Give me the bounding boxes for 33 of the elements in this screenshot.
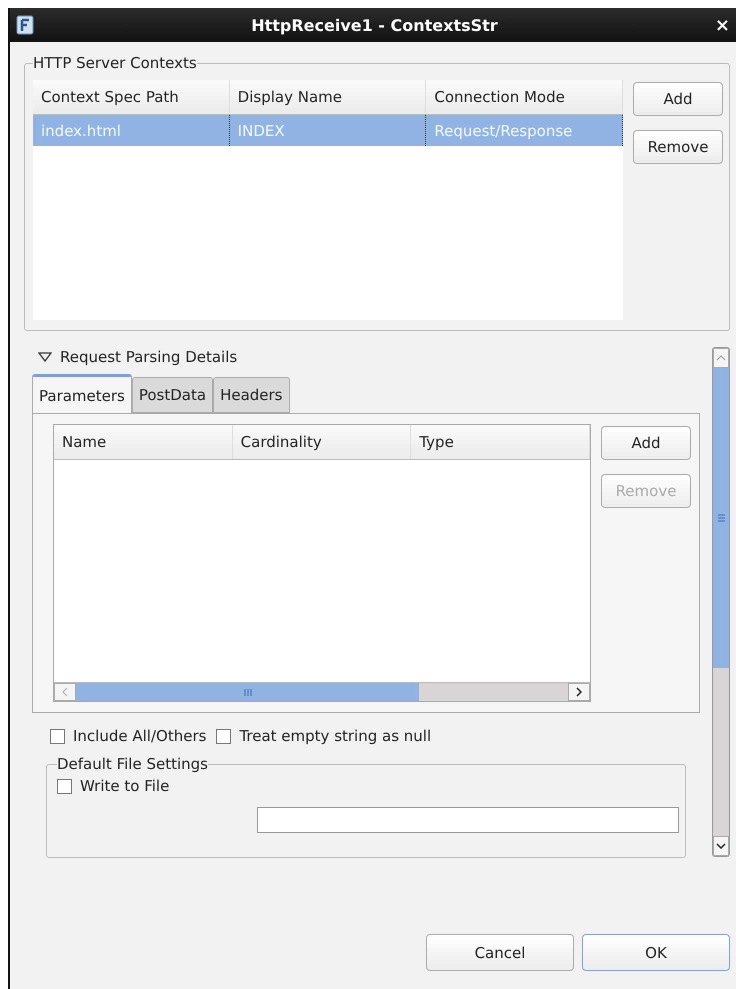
app-icon <box>16 15 34 35</box>
window-title: HttpReceive1 - ContextsStr <box>250 16 499 34</box>
grip-icon <box>718 514 724 522</box>
horizontal-scrollbar[interactable] <box>54 682 590 701</box>
dialog-button[interactable]: Cancel <box>426 934 574 971</box>
group-title: Default File Settings <box>57 755 208 773</box>
column-header[interactable]: Connection Mode <box>426 80 624 114</box>
tab[interactable]: Parameters <box>32 374 132 414</box>
column-header[interactable]: Cardinality <box>232 425 412 459</box>
column-header[interactable]: Context Spec Path <box>33 80 230 114</box>
chevron-left-icon[interactable] <box>62 687 68 697</box>
checkbox[interactable]: Write to File <box>57 777 679 795</box>
grip-icon <box>244 688 252 696</box>
vertical-scrollbar[interactable] <box>712 347 730 857</box>
section-title: Request Parsing Details <box>60 348 238 366</box>
action-button[interactable]: Remove <box>633 130 723 164</box>
column-header[interactable]: Display Name <box>230 80 426 114</box>
chevron-right-icon[interactable] <box>576 687 582 697</box>
column-header[interactable]: Name <box>54 425 233 459</box>
checkbox[interactable]: Treat empty string as null <box>216 727 432 745</box>
dialog-button[interactable]: OK <box>582 934 730 971</box>
chevron-down-icon[interactable] <box>716 843 726 849</box>
chevron-up-icon[interactable] <box>716 355 726 361</box>
column-header[interactable]: Type <box>411 425 590 459</box>
group-title: HTTP Server Contexts <box>33 54 197 72</box>
action-button[interactable]: Add <box>633 82 723 116</box>
tab[interactable]: PostData <box>132 377 214 413</box>
action-button[interactable]: Add <box>601 426 691 460</box>
checkbox[interactable]: Include All/Others <box>50 727 206 745</box>
tab[interactable]: Headers <box>213 377 290 413</box>
expander-icon[interactable] <box>38 352 52 362</box>
input-field[interactable] <box>257 807 679 833</box>
close-button[interactable]: × <box>714 14 730 36</box>
